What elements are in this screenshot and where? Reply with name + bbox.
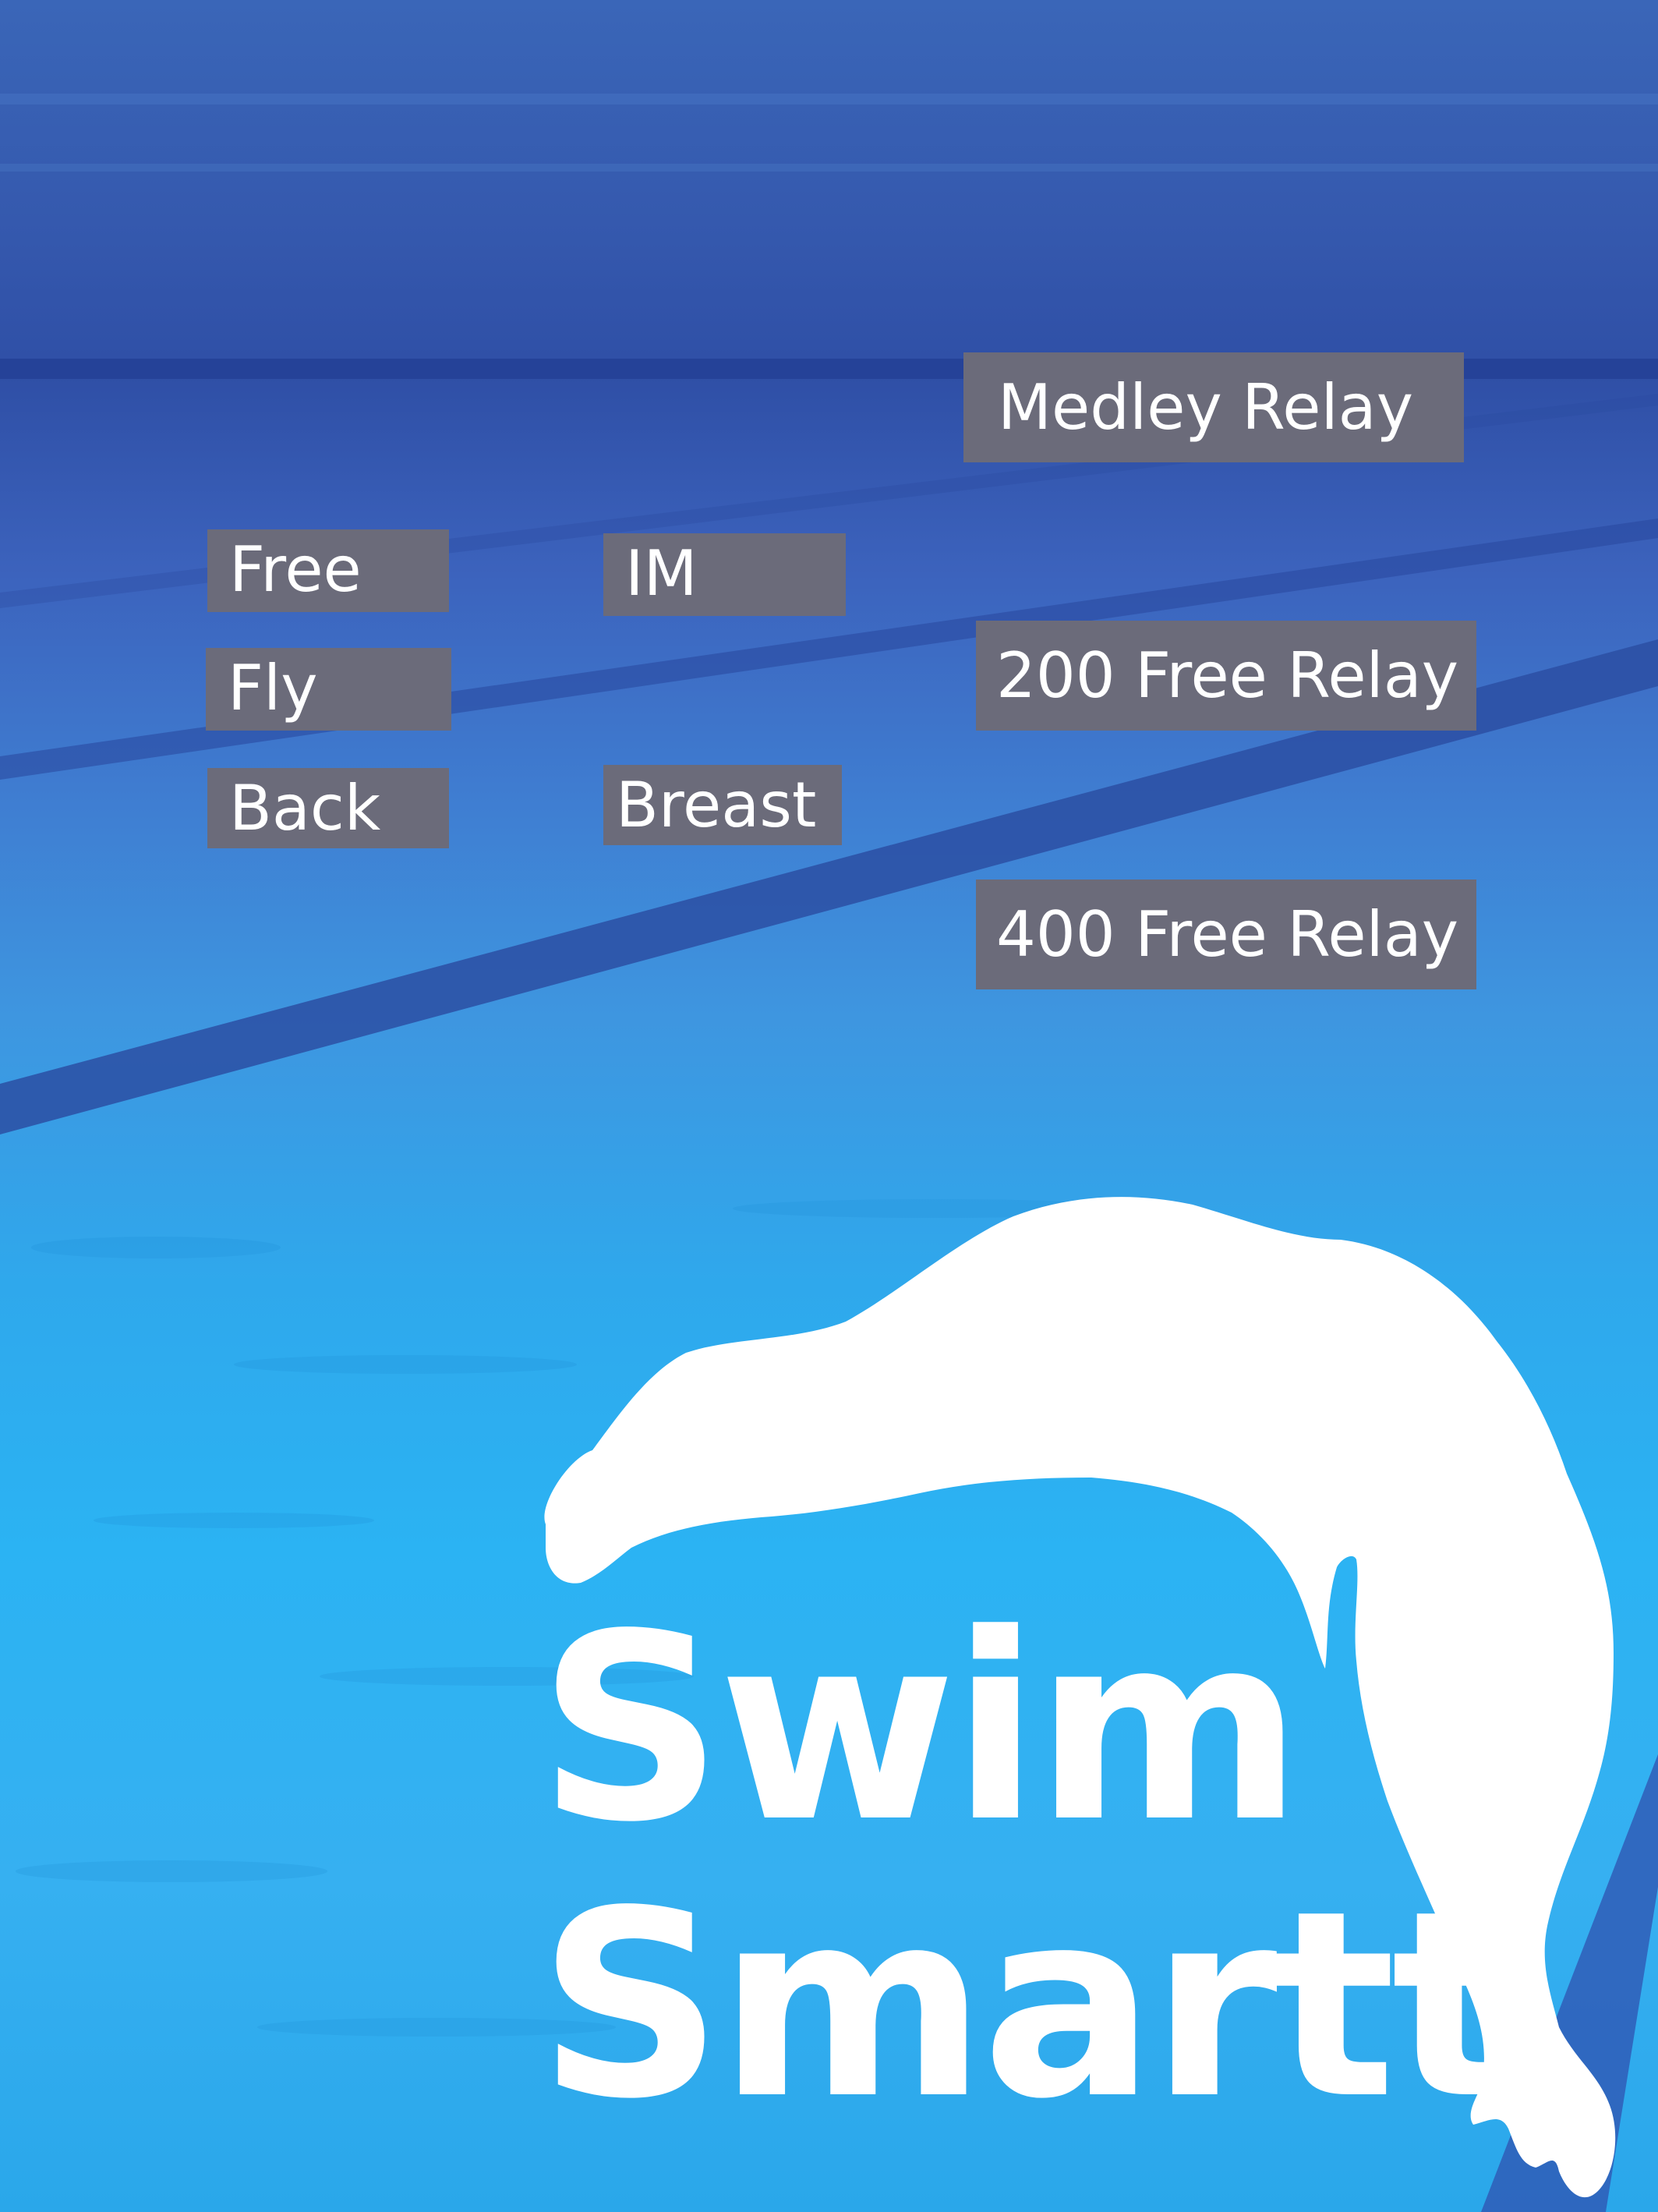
event-label-fly: Fly — [228, 652, 318, 724]
event-button-free[interactable]: Free — [207, 529, 449, 612]
event-label-medley-relay: Medley Relay — [998, 371, 1414, 444]
event-label-400-free-relay: 400 Free Relay — [996, 898, 1459, 971]
event-label-back: Back — [229, 772, 381, 844]
event-label-im: IM — [625, 537, 698, 610]
event-button-fly[interactable]: Fly — [206, 648, 451, 731]
brand-line-2: Smartt — [538, 1856, 1514, 2155]
event-button-back[interactable]: Back — [207, 768, 449, 848]
event-label-free: Free — [229, 533, 362, 606]
event-button-200-free-relay[interactable]: 200 Free Relay — [976, 621, 1476, 731]
brand-line-1: Swim — [538, 1579, 1303, 1878]
event-button-400-free-relay[interactable]: 400 Free Relay — [976, 879, 1476, 989]
brand-logo-text: Swim Smartt — [538, 1579, 1514, 2155]
event-label-breast: Breast — [616, 769, 817, 841]
event-button-im[interactable]: IM — [603, 533, 846, 616]
event-button-medley-relay[interactable]: Medley Relay — [963, 352, 1464, 462]
event-button-breast[interactable]: Breast — [603, 765, 842, 845]
event-label-200-free-relay: 200 Free Relay — [996, 639, 1459, 712]
